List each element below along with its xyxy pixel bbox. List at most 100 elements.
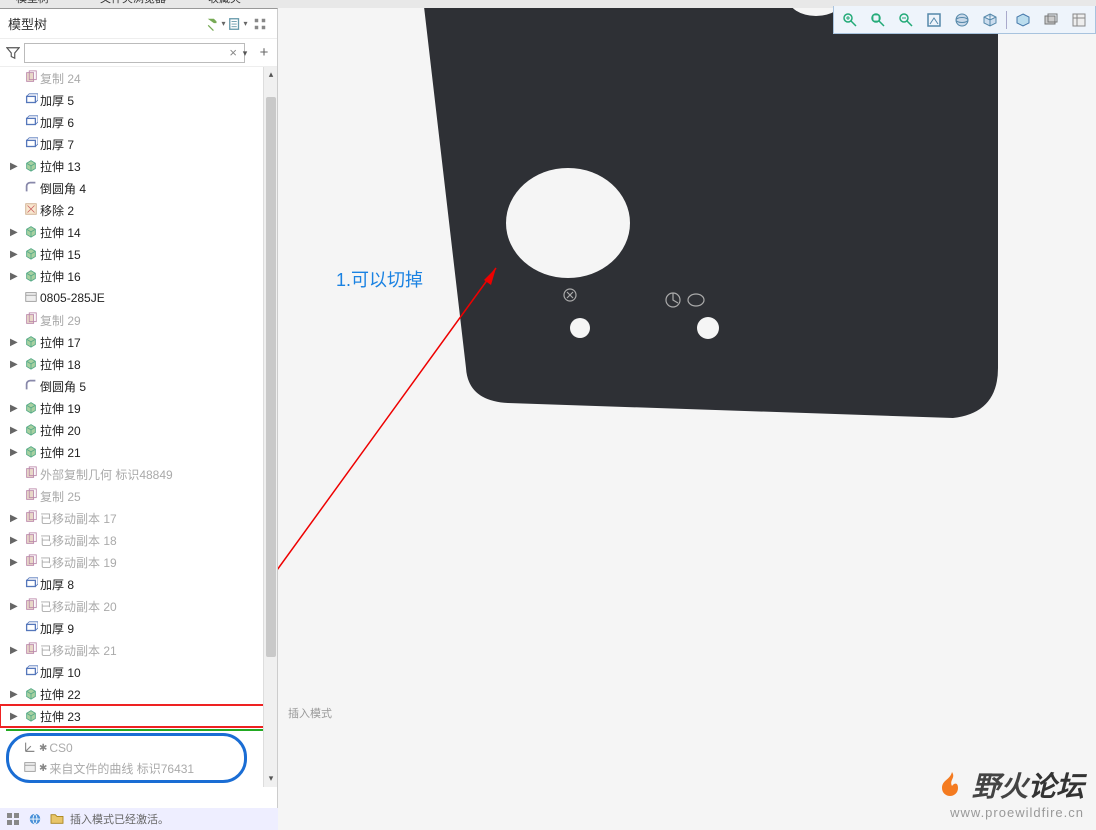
display-style-icon[interactable] — [950, 9, 974, 31]
tree-item[interactable]: ▶已移动副本 19 — [0, 551, 277, 573]
tree-item-label: 已移动副本 18 — [40, 532, 117, 549]
feature-icon — [22, 642, 40, 659]
feature-icon — [22, 70, 40, 87]
tab-folder-browser[interactable]: 文件夹浏览器 — [90, 0, 176, 6]
scroll-down-icon[interactable]: ▾ — [266, 773, 276, 785]
tree-item[interactable]: 倒圆角 5 — [0, 375, 277, 397]
expand-icon[interactable]: ▶ — [10, 601, 22, 612]
expand-icon[interactable]: ▶ — [10, 689, 22, 700]
tree-item[interactable]: 加厚 10 — [0, 661, 277, 683]
tree-item[interactable]: ✱CS0 — [9, 738, 244, 758]
iso-view-icon[interactable] — [978, 9, 1002, 31]
tree-item[interactable]: 倒圆角 4 — [0, 177, 277, 199]
tree-item-label: 拉伸 22 — [40, 686, 81, 703]
expand-icon[interactable]: ▶ — [10, 711, 22, 722]
tree-item[interactable]: 加厚 6 — [0, 111, 277, 133]
scroll-up-icon[interactable]: ▴ — [266, 69, 276, 81]
insert-marker-icon: ✱ — [39, 743, 47, 754]
tree-item[interactable]: ▶拉伸 18 — [0, 353, 277, 375]
feature-icon — [22, 378, 40, 395]
tree-item[interactable]: ▶已移动副本 21 — [0, 639, 277, 661]
tree-item[interactable]: 加厚 7 — [0, 133, 277, 155]
perspective-icon[interactable] — [1039, 9, 1063, 31]
insert-marker-icon: ✱ — [39, 763, 47, 774]
expand-icon[interactable]: ▶ — [10, 535, 22, 546]
tree-item[interactable]: ▶拉伸 21 — [0, 441, 277, 463]
settings-hammer-icon[interactable]: ▾ — [205, 13, 227, 35]
tree-item[interactable]: ▶拉伸 15 — [0, 243, 277, 265]
annotation-text: 1.可以切掉 — [336, 266, 423, 292]
tree-item[interactable]: 0805-285JE — [0, 287, 277, 309]
tree-item-label: 拉伸 13 — [40, 158, 81, 175]
view-manager-icon[interactable] — [1067, 9, 1091, 31]
expand-icon[interactable]: ▶ — [10, 249, 22, 260]
feature-icon — [22, 620, 40, 637]
tree-item[interactable]: 加厚 5 — [0, 89, 277, 111]
tree-item[interactable]: 外部复制几何 标识48849 — [0, 463, 277, 485]
feature-icon — [22, 532, 40, 549]
tree-item[interactable]: ▶拉伸 20 — [0, 419, 277, 441]
expand-icon[interactable]: ▶ — [10, 227, 22, 238]
show-options-icon[interactable]: ▾ — [227, 13, 249, 35]
watermark: 野火论坛 www.proewildfire.cn — [940, 765, 1084, 820]
tree-item[interactable]: 复制 24 — [0, 67, 277, 89]
expand-icon[interactable]: ▶ — [10, 513, 22, 524]
zoom-in-icon[interactable] — [838, 9, 862, 31]
tree-item[interactable]: 复制 25 — [0, 485, 277, 507]
tree-options-icon[interactable] — [249, 13, 271, 35]
tab-modeltree[interactable]: 模型树 — [6, 0, 59, 6]
tree-item-label: 拉伸 19 — [40, 400, 81, 417]
saved-view-icon[interactable] — [1011, 9, 1035, 31]
tree-separator — [6, 729, 271, 731]
tree-item[interactable]: 移除 2 — [0, 199, 277, 221]
filter-dropdown-icon[interactable]: ▾ — [237, 43, 253, 63]
feature-icon — [22, 356, 40, 373]
tree-item[interactable]: ▶ 拉伸 22 — [0, 683, 277, 705]
clear-filter-icon[interactable]: × — [229, 45, 237, 60]
expand-icon[interactable]: ▶ — [10, 161, 22, 172]
tree-scrollbar[interactable]: ▴ ▾ — [263, 67, 277, 787]
add-filter-icon[interactable]: + — [255, 44, 273, 62]
feature-icon — [22, 246, 40, 263]
repaint-icon[interactable] — [922, 9, 946, 31]
model-canvas[interactable] — [278, 8, 1096, 788]
scroll-thumb[interactable] — [266, 97, 276, 657]
tree-item-label: 移除 2 — [40, 202, 74, 219]
tree-item[interactable]: ▶拉伸 16 — [0, 265, 277, 287]
tree-item-label: 复制 25 — [40, 488, 81, 505]
tree-item[interactable]: ▶拉伸 17 — [0, 331, 277, 353]
status-globe-icon[interactable] — [26, 811, 44, 827]
tree-item-label: 复制 24 — [40, 70, 81, 87]
expand-icon[interactable]: ▶ — [10, 271, 22, 282]
expand-icon[interactable]: ▶ — [10, 447, 22, 458]
tree-item[interactable]: ▶拉伸 23 — [0, 705, 277, 727]
status-folder-icon[interactable] — [48, 811, 66, 827]
zoom-out-icon[interactable] — [894, 9, 918, 31]
expand-icon[interactable]: ▶ — [10, 403, 22, 414]
tree-item[interactable]: ▶ 拉伸 19 — [0, 397, 277, 419]
tree-item[interactable]: ▶已移动副本 17 — [0, 507, 277, 529]
expand-icon[interactable]: ▶ — [10, 337, 22, 348]
feature-icon — [22, 202, 40, 219]
expand-icon[interactable]: ▶ — [10, 425, 22, 436]
tree-item[interactable]: ▶ 拉伸 13 — [0, 155, 277, 177]
feature-icon — [22, 136, 40, 153]
tree-item[interactable]: ▶拉伸 14 — [0, 221, 277, 243]
tree-item[interactable]: 复制 29 — [0, 309, 277, 331]
status-grid-icon[interactable] — [4, 811, 22, 827]
graphics-view[interactable]: 1.可以切掉 插入模式 野火论坛 www.proewildfire.cn — [278, 8, 1096, 830]
tree-item[interactable]: ▶已移动副本 20 — [0, 595, 277, 617]
filter-icon[interactable] — [4, 44, 22, 62]
zoom-fit-icon[interactable] — [866, 9, 890, 31]
tree-filter-input[interactable] — [24, 43, 245, 63]
tree-item[interactable]: 加厚 8 — [0, 573, 277, 595]
feature-icon — [22, 312, 40, 329]
tree-item[interactable]: 加厚 9 — [0, 617, 277, 639]
tree-item[interactable]: ▶ 已移动副本 18 — [0, 529, 277, 551]
expand-icon[interactable]: ▶ — [10, 557, 22, 568]
tab-favorites[interactable]: 收藏夹 — [198, 0, 251, 6]
expand-icon[interactable]: ▶ — [10, 645, 22, 656]
feature-icon — [22, 422, 40, 439]
expand-icon[interactable]: ▶ — [10, 359, 22, 370]
tree-item[interactable]: ✱来自文件的曲线 标识76431 — [9, 758, 244, 778]
